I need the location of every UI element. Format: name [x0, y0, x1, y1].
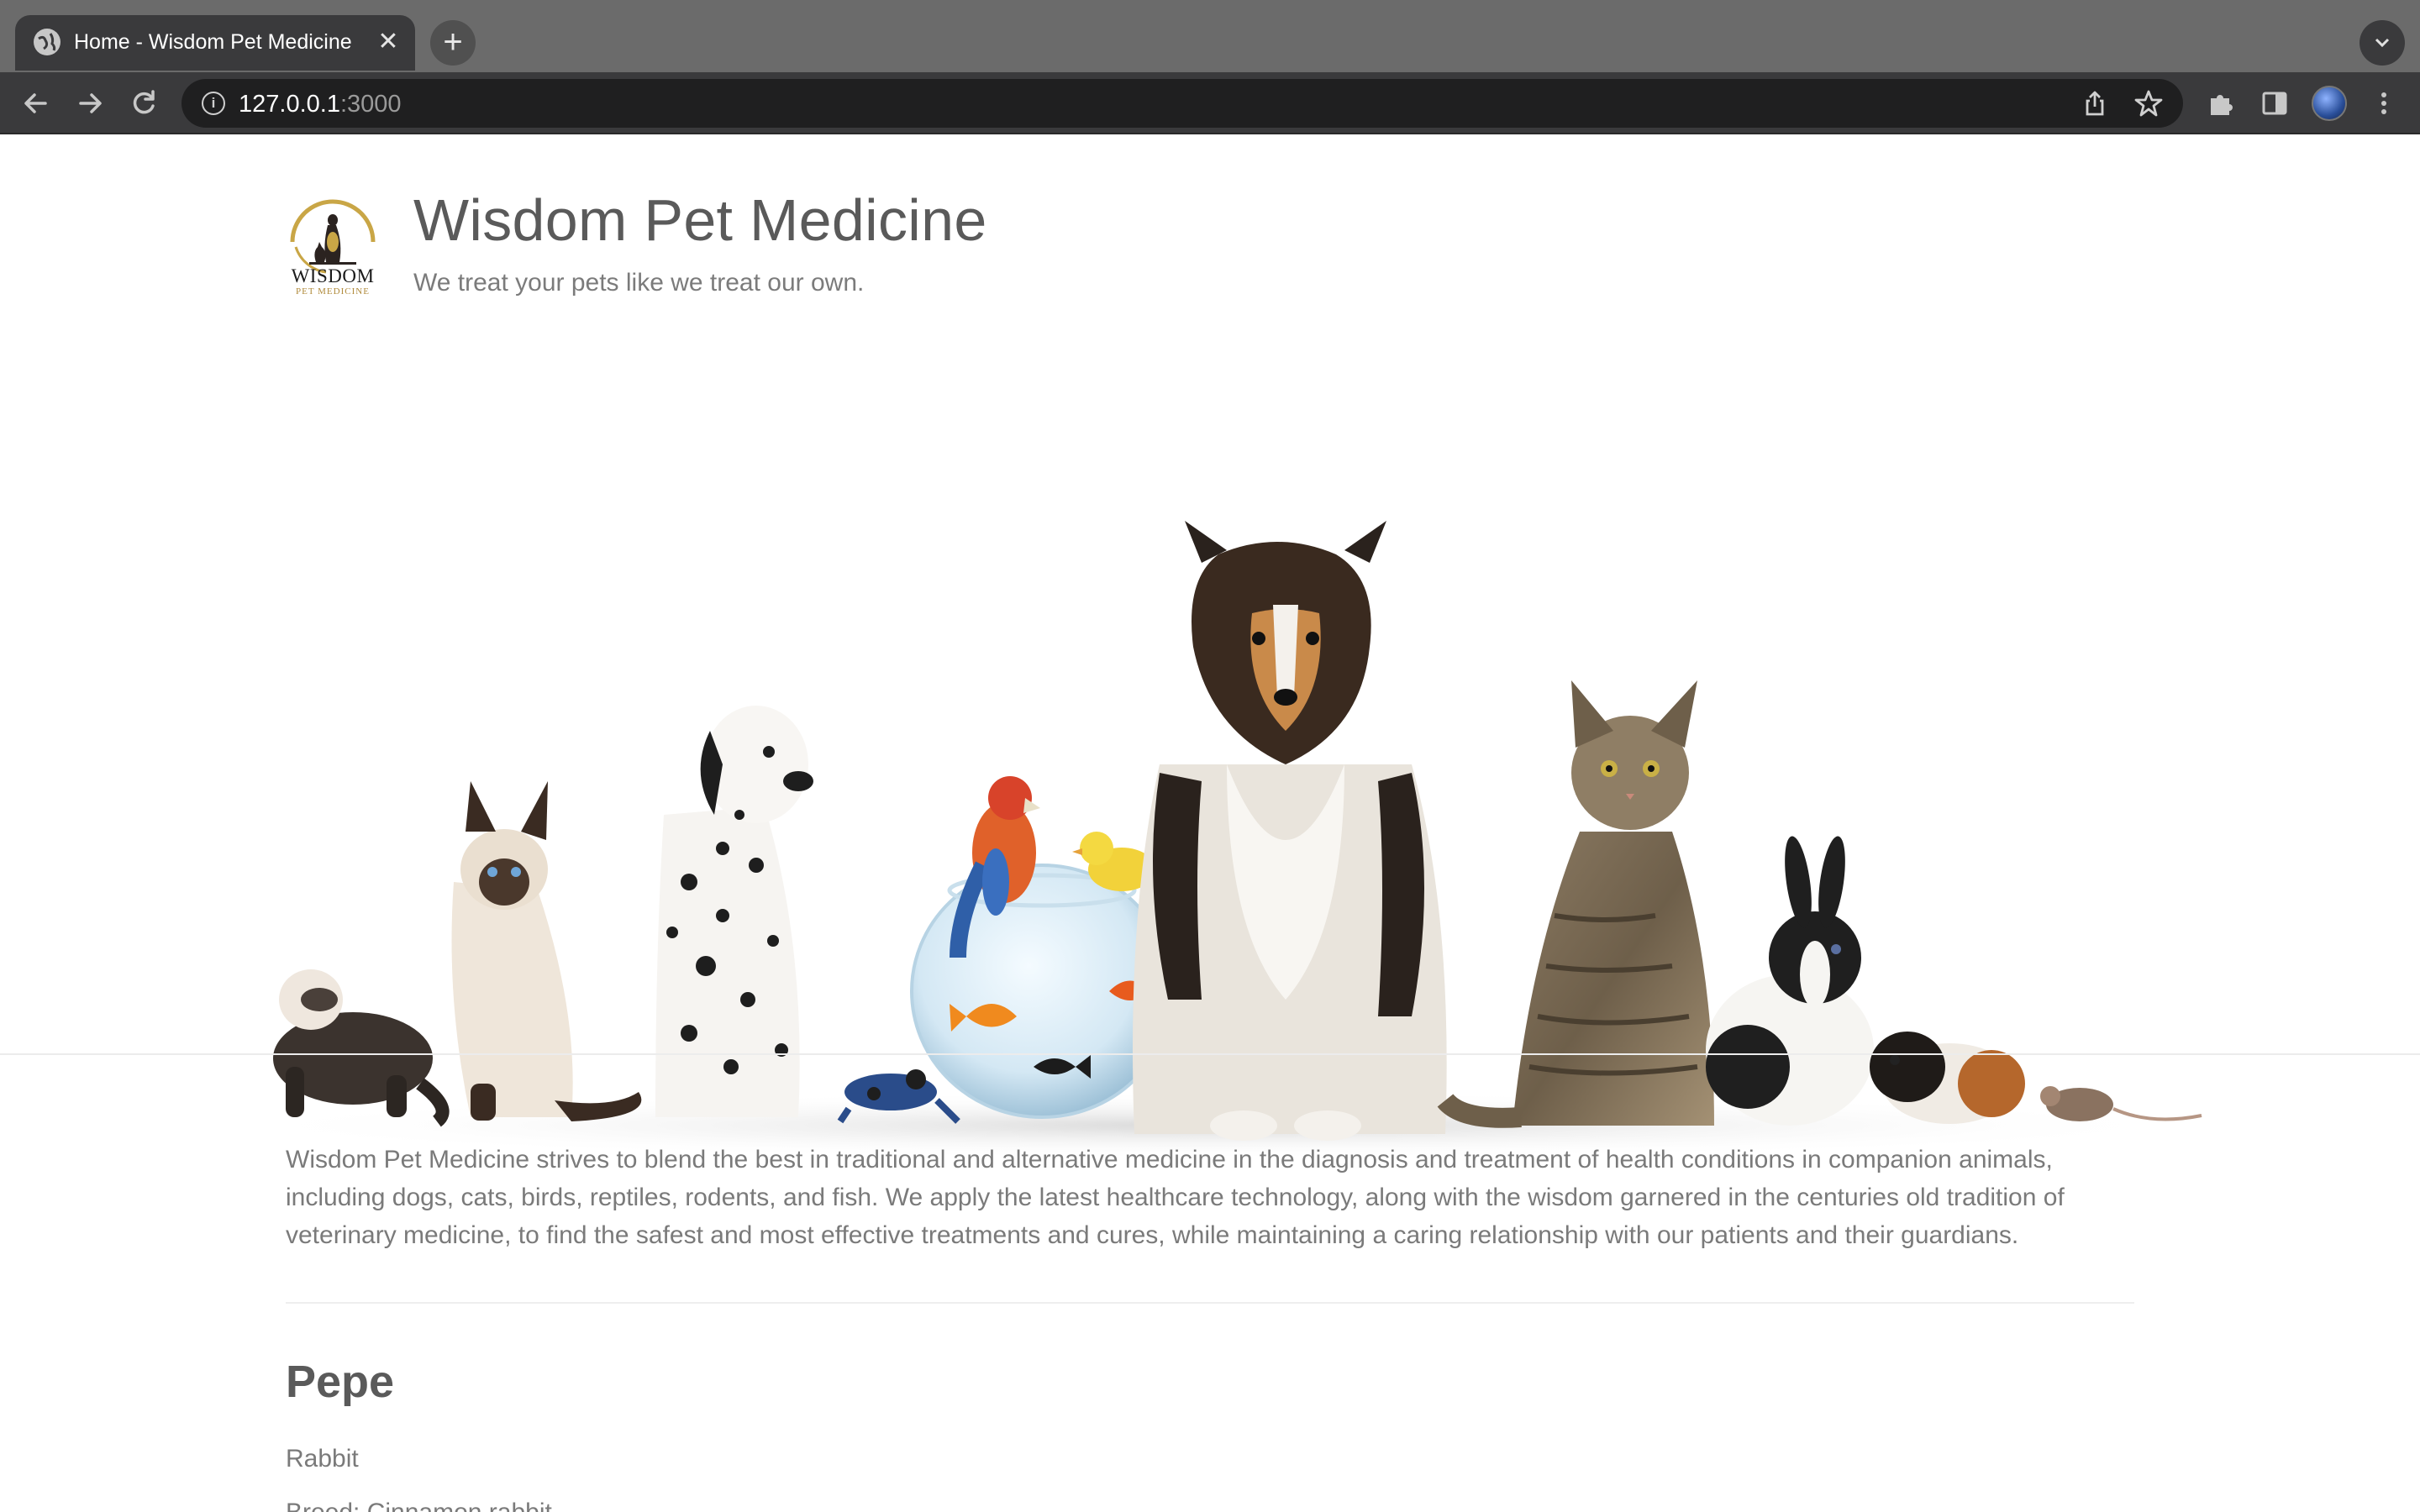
- back-arrow-icon: [24, 93, 47, 113]
- hero-divider: [0, 1053, 2420, 1055]
- forward-arrow-icon: [79, 93, 102, 113]
- rabbit: [1706, 836, 1874, 1126]
- svg-text:WISDOM: WISDOM: [292, 265, 375, 286]
- extensions-puzzle-icon[interactable]: [2207, 89, 2235, 118]
- reload-button[interactable]: [124, 84, 163, 123]
- page-content: WISDOM PET MEDICINE Wisdom Pet Medicine …: [0, 134, 2420, 1512]
- kebab-menu-icon[interactable]: [2370, 89, 2398, 118]
- bookmark-star-icon[interactable]: [2134, 89, 2163, 118]
- reload-icon: [133, 90, 155, 114]
- wisdom-logo[interactable]: WISDOM PET MEDICINE: [284, 190, 381, 296]
- chevron-down-icon: [2375, 38, 2390, 48]
- tab-search-button[interactable]: [2360, 20, 2405, 66]
- pet-name: Pepe: [286, 1357, 395, 1407]
- dalmatian: [655, 706, 813, 1117]
- collie: [1133, 521, 1447, 1141]
- side-panel-icon[interactable]: [2260, 89, 2289, 118]
- pet-species: Rabbit: [286, 1445, 359, 1473]
- share-icon[interactable]: [2081, 89, 2109, 118]
- info-icon[interactable]: i: [202, 92, 225, 115]
- tab-title: Home - Wisdom Pet Medicine: [74, 30, 352, 54]
- forward-button[interactable]: [71, 84, 109, 123]
- browser-tab-strip: Home - Wisdom Pet Medicine ✕ +: [0, 0, 2420, 72]
- address-bar[interactable]: i 127.0.0.1:3000: [182, 79, 2183, 128]
- svg-text:PET MEDICINE: PET MEDICINE: [296, 286, 370, 296]
- browser-toolbar: i 127.0.0.1:3000: [0, 72, 2420, 134]
- tabby-cat: [1437, 680, 1714, 1128]
- back-button[interactable]: [17, 84, 55, 123]
- siamese-cat: [451, 781, 642, 1121]
- site-title: Wisdom Pet Medicine: [413, 187, 987, 253]
- globe-icon: [34, 29, 60, 55]
- ferret: [273, 969, 450, 1127]
- pet-breed: Breed: Cinnamon rabbit: [286, 1499, 552, 1512]
- content-divider: [286, 1302, 2134, 1304]
- profile-avatar[interactable]: [2312, 86, 2347, 121]
- new-tab-button[interactable]: +: [430, 20, 476, 66]
- intro-paragraph: Wisdom Pet Medicine strives to blend the…: [286, 1146, 2065, 1249]
- close-icon[interactable]: ✕: [373, 27, 403, 57]
- url-text[interactable]: 127.0.0.1:3000: [239, 91, 402, 118]
- browser-tab-active[interactable]: Home - Wisdom Pet Medicine ✕: [15, 15, 415, 71]
- site-tagline: We treat your pets like we treat our own…: [413, 269, 865, 297]
